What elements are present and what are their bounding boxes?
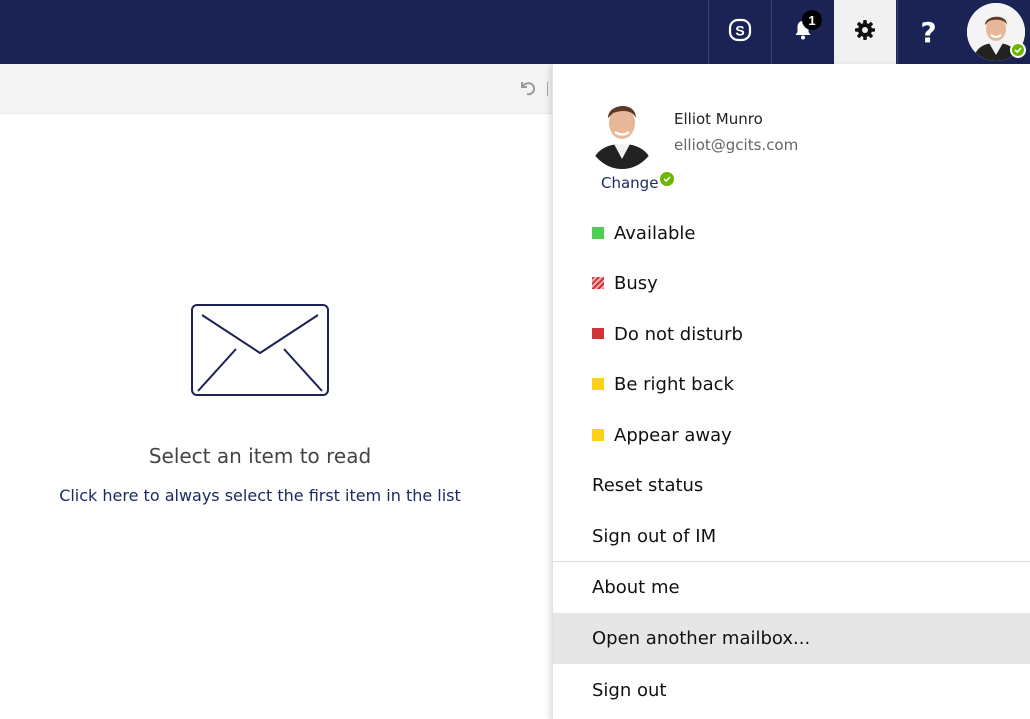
open-another-mailbox-item[interactable]: Open another mailbox... bbox=[553, 613, 1030, 664]
reading-pane-toolbar bbox=[0, 64, 552, 114]
status-available[interactable]: Available bbox=[553, 208, 1030, 258]
envelope-icon bbox=[190, 303, 330, 402]
reading-pane bbox=[0, 115, 552, 719]
reset-status-item[interactable]: Reset status bbox=[553, 460, 1030, 511]
undo-icon[interactable] bbox=[517, 78, 539, 105]
notification-badge: 1 bbox=[802, 10, 822, 30]
profile-photo bbox=[586, 89, 658, 169]
status-appear-away[interactable]: Appear away bbox=[553, 410, 1030, 460]
account-button[interactable] bbox=[962, 0, 1030, 64]
status-do-not-disturb[interactable]: Do not disturb bbox=[553, 309, 1030, 359]
sign-out-im-item[interactable]: Sign out of IM bbox=[553, 511, 1030, 562]
appear-away-swatch-icon bbox=[592, 429, 604, 441]
select-first-item-link[interactable]: Click here to always select the first it… bbox=[0, 486, 520, 505]
about-me-item[interactable]: About me bbox=[553, 562, 1030, 613]
skype-icon: S bbox=[727, 17, 753, 48]
account-menu-panel: Elliot Munro elliot@gcits.com Change Ava… bbox=[552, 64, 1030, 719]
toolbar-divider bbox=[547, 82, 548, 96]
skype-button[interactable]: S bbox=[708, 0, 770, 64]
top-navigation-bar: S 1 ? bbox=[0, 0, 1030, 64]
available-swatch-icon bbox=[592, 227, 604, 239]
status-busy[interactable]: Busy bbox=[553, 258, 1030, 308]
profile-name: Elliot Munro bbox=[674, 110, 763, 128]
help-icon: ? bbox=[920, 15, 937, 49]
change-photo-link[interactable]: Change bbox=[601, 174, 658, 192]
dnd-swatch-icon bbox=[592, 328, 604, 340]
help-button[interactable]: ? bbox=[897, 0, 959, 64]
empty-reading-message: Select an item to read bbox=[148, 444, 372, 468]
sign-out-item[interactable]: Sign out bbox=[553, 665, 1030, 716]
status-be-right-back[interactable]: Be right back bbox=[553, 359, 1030, 409]
busy-swatch-icon bbox=[592, 277, 604, 289]
svg-text:S: S bbox=[735, 22, 744, 38]
notifications-button[interactable]: 1 bbox=[771, 0, 833, 64]
gear-icon bbox=[853, 18, 877, 47]
be-right-back-swatch-icon bbox=[592, 378, 604, 390]
profile-email: elliot@gcits.com bbox=[674, 136, 799, 154]
presence-check-icon bbox=[660, 172, 674, 186]
settings-button[interactable] bbox=[834, 0, 896, 64]
presence-available-icon bbox=[1010, 42, 1026, 58]
